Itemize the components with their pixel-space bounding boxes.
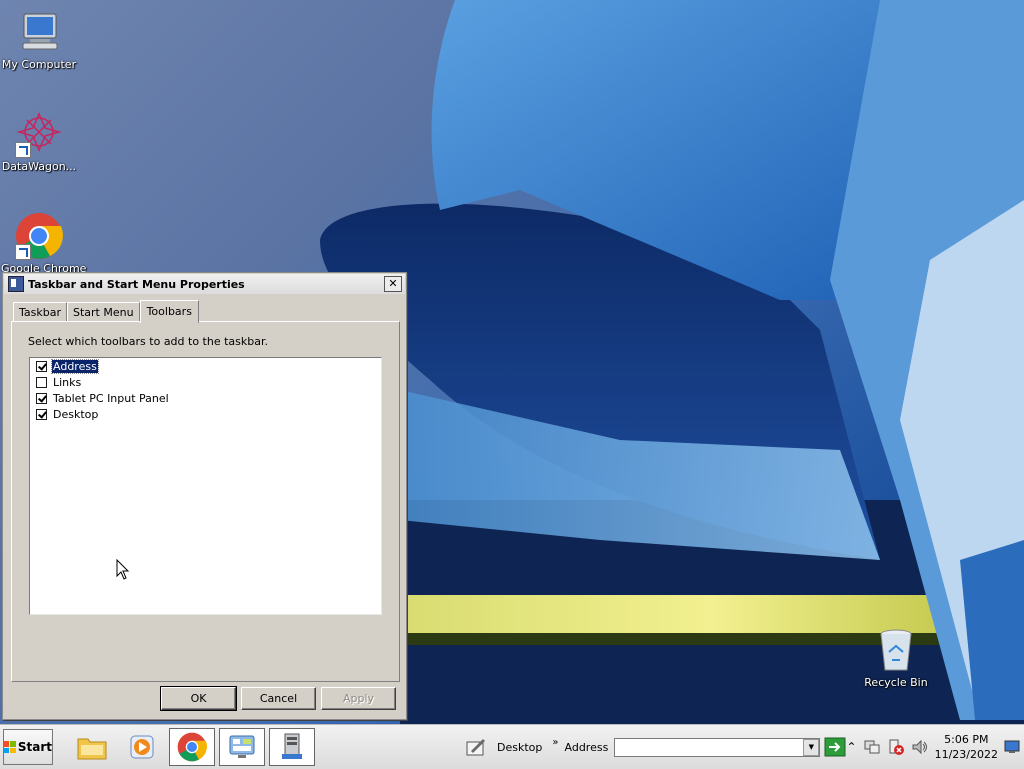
taskbar: Start Desktop » Address ▼ ⌃ 5:06 PM 11/2… bbox=[0, 724, 1024, 769]
address-toolbar-label: Address bbox=[564, 740, 609, 754]
start-label: Start bbox=[17, 740, 52, 754]
explorer-taskbar-button[interactable] bbox=[69, 728, 115, 766]
toolbar-item-label: Tablet PC Input Panel bbox=[53, 391, 169, 405]
taskbar-properties-taskbar-button[interactable] bbox=[269, 728, 315, 766]
media-player-icon bbox=[130, 735, 154, 759]
desktop-icon-label: My Computer bbox=[1, 58, 77, 71]
chevron-down-icon[interactable]: ▼ bbox=[803, 738, 820, 756]
dialog-app-icon bbox=[8, 276, 24, 292]
computer-icon bbox=[15, 8, 63, 56]
ok-button[interactable]: OK bbox=[160, 686, 237, 711]
clock-time: 5:06 PM bbox=[944, 733, 989, 746]
control-panel-icon bbox=[229, 735, 255, 758]
instruction-text: Select which toolbars to add to the task… bbox=[28, 335, 268, 348]
toolbar-item-links[interactable]: Links bbox=[30, 374, 381, 390]
show-desktop-icon[interactable] bbox=[1004, 740, 1020, 754]
toolbar-item-address[interactable]: Address bbox=[30, 358, 381, 374]
desktop-checkbox[interactable] bbox=[36, 408, 47, 420]
start-button[interactable]: Start bbox=[3, 729, 53, 765]
desktop-toolbar-label[interactable]: Desktop bbox=[497, 741, 542, 754]
toolbar-item-label: Desktop bbox=[53, 407, 99, 421]
windows-logo-icon bbox=[4, 741, 16, 753]
desktop-icon-recycle-bin[interactable]: Recycle Bin bbox=[858, 626, 934, 689]
clock-date: 11/23/2022 bbox=[934, 748, 998, 761]
address-checkbox[interactable] bbox=[36, 360, 47, 372]
tab-toolbars[interactable]: Toolbars bbox=[139, 300, 199, 323]
chrome-icon bbox=[15, 212, 63, 260]
control-panel-taskbar-button[interactable] bbox=[219, 728, 265, 766]
chrome-icon bbox=[177, 732, 207, 762]
chrome-taskbar-button[interactable] bbox=[169, 728, 215, 766]
dialog-title: Taskbar and Start Menu Properties bbox=[28, 277, 245, 291]
tab-strip: Taskbar Start Menu Toolbars bbox=[13, 300, 199, 323]
folder-icon bbox=[77, 738, 107, 760]
datawagon-logo-icon bbox=[15, 110, 63, 158]
cancel-button[interactable]: Cancel bbox=[241, 687, 316, 710]
go-button-icon[interactable] bbox=[824, 737, 846, 757]
volume-icon[interactable] bbox=[911, 738, 929, 756]
toolbars-tab-panel: Select which toolbars to add to the task… bbox=[11, 321, 400, 682]
desktop-icon-google-chrome[interactable]: Google Chrome bbox=[1, 212, 86, 275]
shortcut-arrow-icon bbox=[15, 142, 31, 158]
taskbar-properties-dialog: Taskbar and Start Menu Properties ✕ Task… bbox=[2, 272, 407, 720]
desktop-icon-label: DataWagon... bbox=[1, 160, 77, 173]
server-icon bbox=[282, 733, 302, 759]
tab-start-menu[interactable]: Start Menu bbox=[67, 302, 140, 322]
desktop-icon-datawagon[interactable]: DataWagon... bbox=[1, 110, 77, 173]
clock[interactable]: 5:06 PM 11/23/2022 bbox=[935, 732, 998, 762]
show-hidden-icons-icon[interactable]: ⌃ bbox=[847, 740, 857, 754]
desktop-icon-label: Recycle Bin bbox=[864, 676, 928, 689]
action-center-icon[interactable] bbox=[887, 738, 905, 756]
toolbar-item-label: Address bbox=[51, 358, 99, 374]
address-input[interactable]: ▼ bbox=[614, 737, 821, 757]
tablet-pc-checkbox[interactable] bbox=[36, 392, 47, 404]
toolbar-item-desktop[interactable]: Desktop bbox=[30, 406, 381, 422]
notification-area: ⌃ 5:06 PM 11/23/2022 bbox=[847, 725, 1024, 769]
toolbar-chevron-icon[interactable]: » bbox=[552, 737, 558, 748]
recycle-bin-icon bbox=[872, 626, 920, 674]
toolbar-item-label: Links bbox=[53, 375, 82, 389]
close-button[interactable]: ✕ bbox=[384, 276, 402, 292]
apply-button[interactable]: Apply bbox=[321, 687, 396, 710]
network-icon[interactable] bbox=[863, 738, 881, 756]
tab-taskbar[interactable]: Taskbar bbox=[13, 302, 67, 322]
links-checkbox[interactable] bbox=[36, 376, 47, 388]
desktop-icon-my-computer[interactable]: My Computer bbox=[1, 8, 77, 71]
mouse-cursor-icon bbox=[116, 559, 130, 580]
tablet-pc-input-icon[interactable] bbox=[465, 736, 487, 758]
shortcut-arrow-icon bbox=[15, 244, 31, 260]
toolbar-item-tablet-pc[interactable]: Tablet PC Input Panel bbox=[30, 390, 381, 406]
dialog-titlebar[interactable]: Taskbar and Start Menu Properties ✕ bbox=[4, 274, 405, 294]
toolbars-list[interactable]: Address Links Tablet PC Input Panel Desk… bbox=[29, 357, 382, 615]
media-player-taskbar-button[interactable] bbox=[119, 728, 165, 766]
